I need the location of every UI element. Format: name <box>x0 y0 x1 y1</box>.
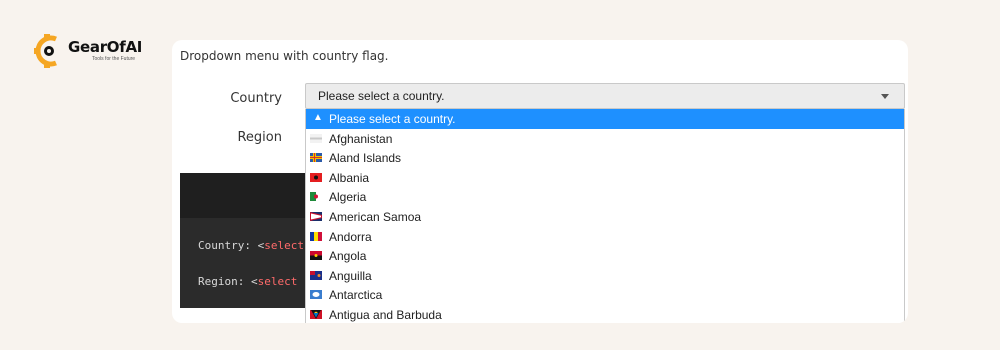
gearofai-logo: GearOfAI Tools for the Future <box>34 34 184 70</box>
country-dropdown-list[interactable]: ▲ Please select a country. Afghanistan A… <box>305 109 905 323</box>
angola-flag-icon <box>310 251 322 261</box>
country-label: Country <box>230 91 282 106</box>
code-header <box>180 173 306 218</box>
dropdown-option-antarctica[interactable]: Antarctica <box>306 285 904 305</box>
chevron-up-icon: ▲ <box>313 112 323 123</box>
dropdown-option-andorra[interactable]: Andorra <box>306 227 904 247</box>
gear-logo-icon <box>34 34 57 68</box>
dropdown-option-antigua-and-barbuda[interactable]: Antigua and Barbuda <box>306 305 904 323</box>
brand-tagline: Tools for the Future <box>92 56 136 62</box>
afghanistan-flag-icon <box>310 133 322 143</box>
country-select-value: Please select a country. <box>318 89 445 103</box>
dropdown-option-algeria[interactable]: Algeria <box>306 187 904 207</box>
andorra-flag-icon <box>310 231 322 241</box>
page-description: Dropdown menu with country flag. <box>180 49 389 63</box>
dropdown-option-albania[interactable]: Albania <box>306 168 904 188</box>
algeria-flag-icon <box>310 192 322 202</box>
code-line-country: Country: <select <box>198 239 304 252</box>
american-samoa-flag-icon <box>310 211 322 221</box>
brand-name: GearOfAI <box>68 38 143 56</box>
dropdown-option-american-samoa[interactable]: American Samoa <box>306 207 904 227</box>
caret-down-icon[interactable] <box>881 94 889 99</box>
antigua-and-barbuda-flag-icon <box>310 309 322 319</box>
dropdown-option-angola[interactable]: Angola <box>306 246 904 266</box>
aland-islands-flag-icon <box>310 153 322 163</box>
demo-card: Dropdown menu with country flag. Country… <box>172 40 908 323</box>
dropdown-option-placeholder[interactable]: ▲ Please select a country. <box>306 109 904 129</box>
code-sample-block: Country: <select Region: <select <box>180 173 306 308</box>
dropdown-option-anguilla[interactable]: Anguilla <box>306 266 904 286</box>
dropdown-option-afghanistan[interactable]: Afghanistan <box>306 129 904 149</box>
albania-flag-icon <box>310 172 322 182</box>
dropdown-option-aland-islands[interactable]: Aland Islands <box>306 148 904 168</box>
region-label: Region <box>237 130 282 145</box>
country-select[interactable]: Please select a country. <box>305 83 905 109</box>
anguilla-flag-icon <box>310 270 322 280</box>
code-line-region: Region: <select <box>198 275 298 288</box>
antarctica-flag-icon <box>310 290 322 300</box>
